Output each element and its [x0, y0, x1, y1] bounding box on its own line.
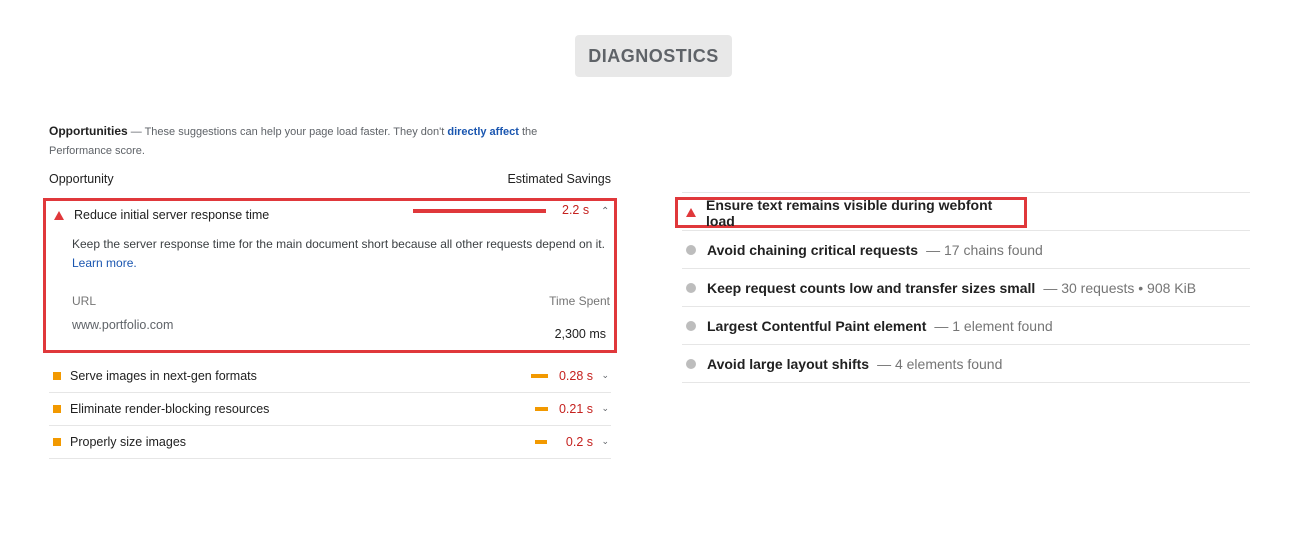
orange-square-icon — [53, 372, 61, 380]
url-value[interactable]: www.portfolio.com — [72, 318, 173, 332]
gray-circle-icon — [686, 244, 696, 255]
time-spent-column-header: Time Spent — [549, 294, 610, 308]
diagnostic-item[interactable]: Avoid chaining critical requests — 17 ch… — [682, 230, 1250, 268]
col-opportunity: Opportunity — [49, 172, 114, 186]
opportunity-item-value: 0.28 s — [558, 369, 593, 383]
chevron-down-icon[interactable]: ⌄ — [601, 370, 609, 381]
diagnostic-name: Avoid chaining critical requests — [707, 241, 919, 258]
opportunity-item[interactable]: Properly size images 0.2 s ⌄ — [49, 426, 611, 459]
diagnostic-item[interactable]: Keep request counts low and transfer siz… — [682, 268, 1250, 306]
red-triangle-icon — [686, 208, 696, 217]
diagnostic-detail: — 30 requests • 908 KiB — [1043, 279, 1197, 296]
chevron-down-icon[interactable]: ⌄ — [601, 403, 609, 414]
diagnostic-highlighted[interactable]: Ensure text remains visible during webfo… — [675, 196, 1027, 229]
savings-bar — [535, 407, 548, 411]
opportunities-desc-line2: Performance score. — [49, 145, 145, 157]
url-column-header: URL — [72, 294, 97, 308]
description-text: Keep the server response time for the ma… — [72, 237, 605, 251]
diagnostic-name: Ensure text remains visible during webfo… — [706, 196, 993, 229]
opportunity-item-title: Serve images in next-gen formats — [70, 369, 257, 383]
savings-bar — [531, 374, 548, 378]
opportunities-header: Opportunity Estimated Savings — [49, 172, 611, 186]
diagnostic-detail: — 17 chains found — [926, 241, 1043, 258]
opportunity-item[interactable]: Eliminate render-blocking resources 0.21… — [49, 393, 611, 426]
learn-more-link[interactable]: Learn more. — [72, 256, 137, 270]
diagnostic-detail: — 1 element found — [934, 317, 1053, 334]
expanded-opportunity-title: Reduce initial server response time — [74, 208, 270, 222]
diagnostic-name: Keep request counts low and transfer siz… — [707, 279, 1036, 296]
chevron-down-icon[interactable]: ⌄ — [601, 436, 609, 447]
expanded-opportunity-header[interactable]: Reduce initial server response time — [52, 205, 612, 225]
opportunities-title: Opportunities — [49, 124, 128, 138]
gray-circle-icon — [686, 320, 696, 331]
opportunity-item-title: Eliminate render-blocking resources — [70, 402, 270, 416]
savings-bar — [535, 440, 547, 444]
opportunity-item[interactable]: Serve images in next-gen formats 0.28 s … — [49, 360, 611, 393]
diagnostic-item[interactable]: Largest Contentful Paint element — 1 ele… — [682, 306, 1250, 344]
red-triangle-icon — [54, 210, 64, 220]
opportunity-item-value: 0.21 s — [558, 402, 593, 416]
opportunity-item-value: 0.2 s — [565, 435, 593, 449]
time-spent-value: 2,300 ms — [554, 327, 606, 341]
opportunities-desc-suffix: the — [518, 126, 538, 138]
gray-circle-icon — [686, 358, 696, 369]
orange-square-icon — [53, 405, 61, 413]
orange-square-icon — [53, 438, 61, 446]
divider — [682, 382, 1250, 383]
diagnostic-name: Largest Contentful Paint element — [707, 317, 927, 334]
diagnostic-name: Avoid large layout shifts — [707, 355, 870, 372]
opportunities-intro: Opportunities — These suggestions can he… — [49, 122, 611, 161]
col-estimated-savings: Estimated Savings — [507, 172, 611, 186]
savings-bar — [413, 209, 546, 213]
diagnostics-badge: DIAGNOSTICS — [575, 35, 732, 77]
diagnostic-detail: — 4 elements found — [877, 355, 1003, 372]
expanded-opportunity-description: Keep the server response time for the ma… — [72, 235, 612, 273]
opportunities-section: Opportunities — These suggestions can he… — [49, 122, 611, 186]
expanded-opportunity-value: 2.2 s — [562, 203, 590, 217]
opportunities-desc: — These suggestions can help your page l… — [127, 126, 448, 138]
expanded-opportunity: Reduce initial server response time 2.2 … — [43, 198, 617, 353]
opportunity-item-title: Properly size images — [70, 435, 187, 449]
gray-circle-icon — [686, 282, 696, 293]
chevron-up-icon[interactable]: ⌃ — [601, 206, 609, 217]
divider — [682, 192, 1250, 193]
diagnostic-item[interactable]: Avoid large layout shifts — 4 elements f… — [682, 344, 1250, 382]
directly-affect-link[interactable]: directly affect — [447, 126, 519, 138]
